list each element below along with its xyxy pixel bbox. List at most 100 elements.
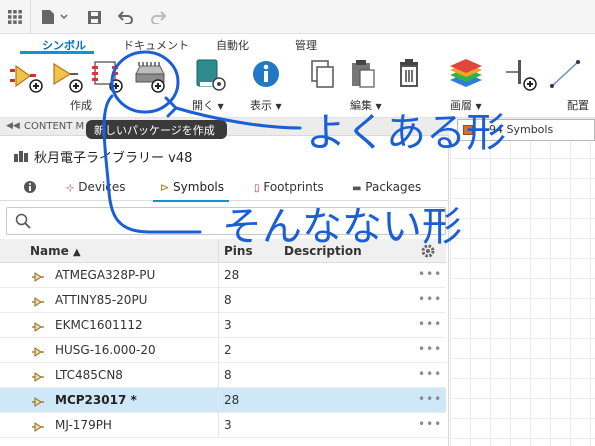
table-row[interactable]: ATTINY85-20PU 8 ••• xyxy=(0,288,446,313)
search-input[interactable] xyxy=(37,209,437,233)
open-group-label[interactable]: 開く ▼ xyxy=(192,97,224,113)
table-row[interactable]: ATMEGA328P-PU 28 ••• xyxy=(0,263,446,288)
devices-icon: ⊹ xyxy=(66,183,75,194)
display-label: 表示 xyxy=(250,99,272,112)
chevron-down-icon: ▼ xyxy=(375,102,382,111)
package-icon: ▬ xyxy=(352,183,362,194)
display-info-button[interactable] xyxy=(246,56,286,96)
column-divider xyxy=(218,413,219,438)
sort-asc-icon: ▲ xyxy=(72,247,81,258)
row-name: ATTINY85-20PU xyxy=(55,293,148,307)
table-row[interactable]: MCP23017 * 28 ••• xyxy=(0,388,446,413)
column-divider xyxy=(218,239,219,263)
tab-packages-label: Packages xyxy=(365,180,422,194)
row-pins: 2 xyxy=(224,343,232,357)
more-options-icon[interactable]: ••• xyxy=(418,317,442,331)
tab-footprints[interactable]: ▯ Footprints xyxy=(254,180,324,194)
tab-automation[interactable]: 自動化 xyxy=(216,37,249,53)
symbol-list: ATMEGA328P-PU 28 ••• ATTINY85-20PU 8 ••• EKMC1… xyxy=(0,263,446,438)
row-name: ATMEGA328P-PU xyxy=(55,268,156,282)
layer-dropdown[interactable]: 94 Symbols xyxy=(457,119,595,141)
row-name: HUSG-16.000-20 xyxy=(55,343,156,357)
copy-button[interactable] xyxy=(304,56,344,96)
table-row[interactable]: MJ-179PH 3 ••• xyxy=(0,413,446,438)
display-group-label[interactable]: 表示 ▼ xyxy=(250,97,282,113)
row-name: LTC485CN8 xyxy=(55,368,123,382)
table-row[interactable]: HUSG-16.000-20 2 ••• xyxy=(0,338,446,363)
line-tool-button[interactable] xyxy=(546,56,586,96)
column-divider xyxy=(218,313,219,338)
settings-gear-icon[interactable] xyxy=(420,243,436,262)
design-canvas[interactable] xyxy=(450,118,595,446)
library-title: 秋月電子ライブラリー v48 xyxy=(34,151,193,166)
symbol-icon xyxy=(31,321,45,332)
tab-symbols-label: Symbols xyxy=(173,180,224,194)
table-row[interactable]: LTC485CN8 8 ••• xyxy=(0,363,446,388)
info-icon[interactable] xyxy=(24,181,36,196)
symbol-icon xyxy=(31,421,45,432)
search-icon xyxy=(15,213,31,232)
create-package-button[interactable] xyxy=(130,56,170,96)
chevron-down-icon: ▼ xyxy=(275,102,282,111)
create-symbol-button[interactable] xyxy=(8,56,48,96)
row-pins: 28 xyxy=(224,268,240,282)
delete-button[interactable] xyxy=(390,56,430,96)
tab-packages[interactable]: ▬ Packages xyxy=(352,180,421,194)
edit-group-label[interactable]: 編集 ▼ xyxy=(350,97,382,113)
tooltip: 新しいパッケージを作成 xyxy=(86,120,227,139)
panel-header-label: CONTENT M xyxy=(24,121,85,132)
app-toolbar xyxy=(0,0,595,34)
symbol-icon xyxy=(31,371,45,382)
ribbon: 作成 開く ▼ 表示 ▼ 編集 ▼ 画層 ▼ 配置 xyxy=(0,54,595,118)
layer-button[interactable] xyxy=(446,56,486,96)
symbol-icon: ⊳ xyxy=(160,181,170,194)
save-icon[interactable] xyxy=(84,5,104,29)
column-divider xyxy=(218,263,219,288)
collapse-panel-icon[interactable]: ◀◀ xyxy=(6,121,20,131)
tab-symbols[interactable]: ⊳ Symbols xyxy=(160,180,224,194)
layer-label: 画層 xyxy=(450,99,472,112)
column-pins-header[interactable]: Pins xyxy=(224,244,253,258)
table-row[interactable]: EKMC1601112 3 ••• xyxy=(0,313,446,338)
paste-button[interactable] xyxy=(344,56,384,96)
row-pins: 8 xyxy=(224,368,232,382)
row-pins: 3 xyxy=(224,418,232,432)
content-manager-panel: ◀◀ CONTENT M 秋月電子ライブラリー v48 ⊹ Devices ⊳ … xyxy=(0,118,449,446)
footprint-icon: ▯ xyxy=(254,183,260,194)
row-pins: 8 xyxy=(224,293,232,307)
chevron-down-icon: ▼ xyxy=(475,102,482,111)
more-options-icon[interactable]: ••• xyxy=(418,417,442,431)
edit-label: 編集 xyxy=(350,99,372,112)
tab-footprints-label: Footprints xyxy=(263,180,324,194)
more-options-icon[interactable]: ••• xyxy=(418,267,442,281)
row-name: EKMC1601112 xyxy=(55,318,143,332)
tab-manage[interactable]: 管理 xyxy=(295,37,317,53)
create-footprint-button[interactable] xyxy=(88,56,128,96)
layer-dropdown-value: 94 Symbols xyxy=(489,123,554,136)
open-library-button[interactable] xyxy=(190,56,230,96)
tab-document[interactable]: ドキュメント xyxy=(123,37,189,53)
name-header-label: Name xyxy=(30,244,69,258)
symbol-icon xyxy=(31,396,45,407)
more-options-icon[interactable]: ••• xyxy=(418,392,442,406)
column-name-header[interactable]: Name ▲ xyxy=(30,244,81,258)
more-options-icon[interactable]: ••• xyxy=(418,367,442,381)
row-pins: 3 xyxy=(224,318,232,332)
more-options-icon[interactable]: ••• xyxy=(418,342,442,356)
search-box[interactable] xyxy=(6,207,446,235)
apps-grid-icon[interactable] xyxy=(4,5,26,29)
symbol-icon xyxy=(31,296,45,307)
redo-icon[interactable] xyxy=(148,5,168,29)
create-device-button[interactable] xyxy=(48,56,88,96)
tab-devices-label: Devices xyxy=(78,180,126,194)
active-panel-tab-indicator xyxy=(153,200,229,202)
more-options-icon[interactable]: ••• xyxy=(418,292,442,306)
undo-icon[interactable] xyxy=(116,5,136,29)
file-menu-icon[interactable] xyxy=(38,5,72,29)
place-pin-button[interactable] xyxy=(504,56,544,96)
placement-group-label: 配置 xyxy=(567,99,589,112)
tab-devices[interactable]: ⊹ Devices xyxy=(66,180,126,194)
row-name: MJ-179PH xyxy=(55,418,112,432)
column-description-header[interactable]: Description xyxy=(284,244,362,258)
layer-group-label[interactable]: 画層 ▼ xyxy=(450,97,482,113)
